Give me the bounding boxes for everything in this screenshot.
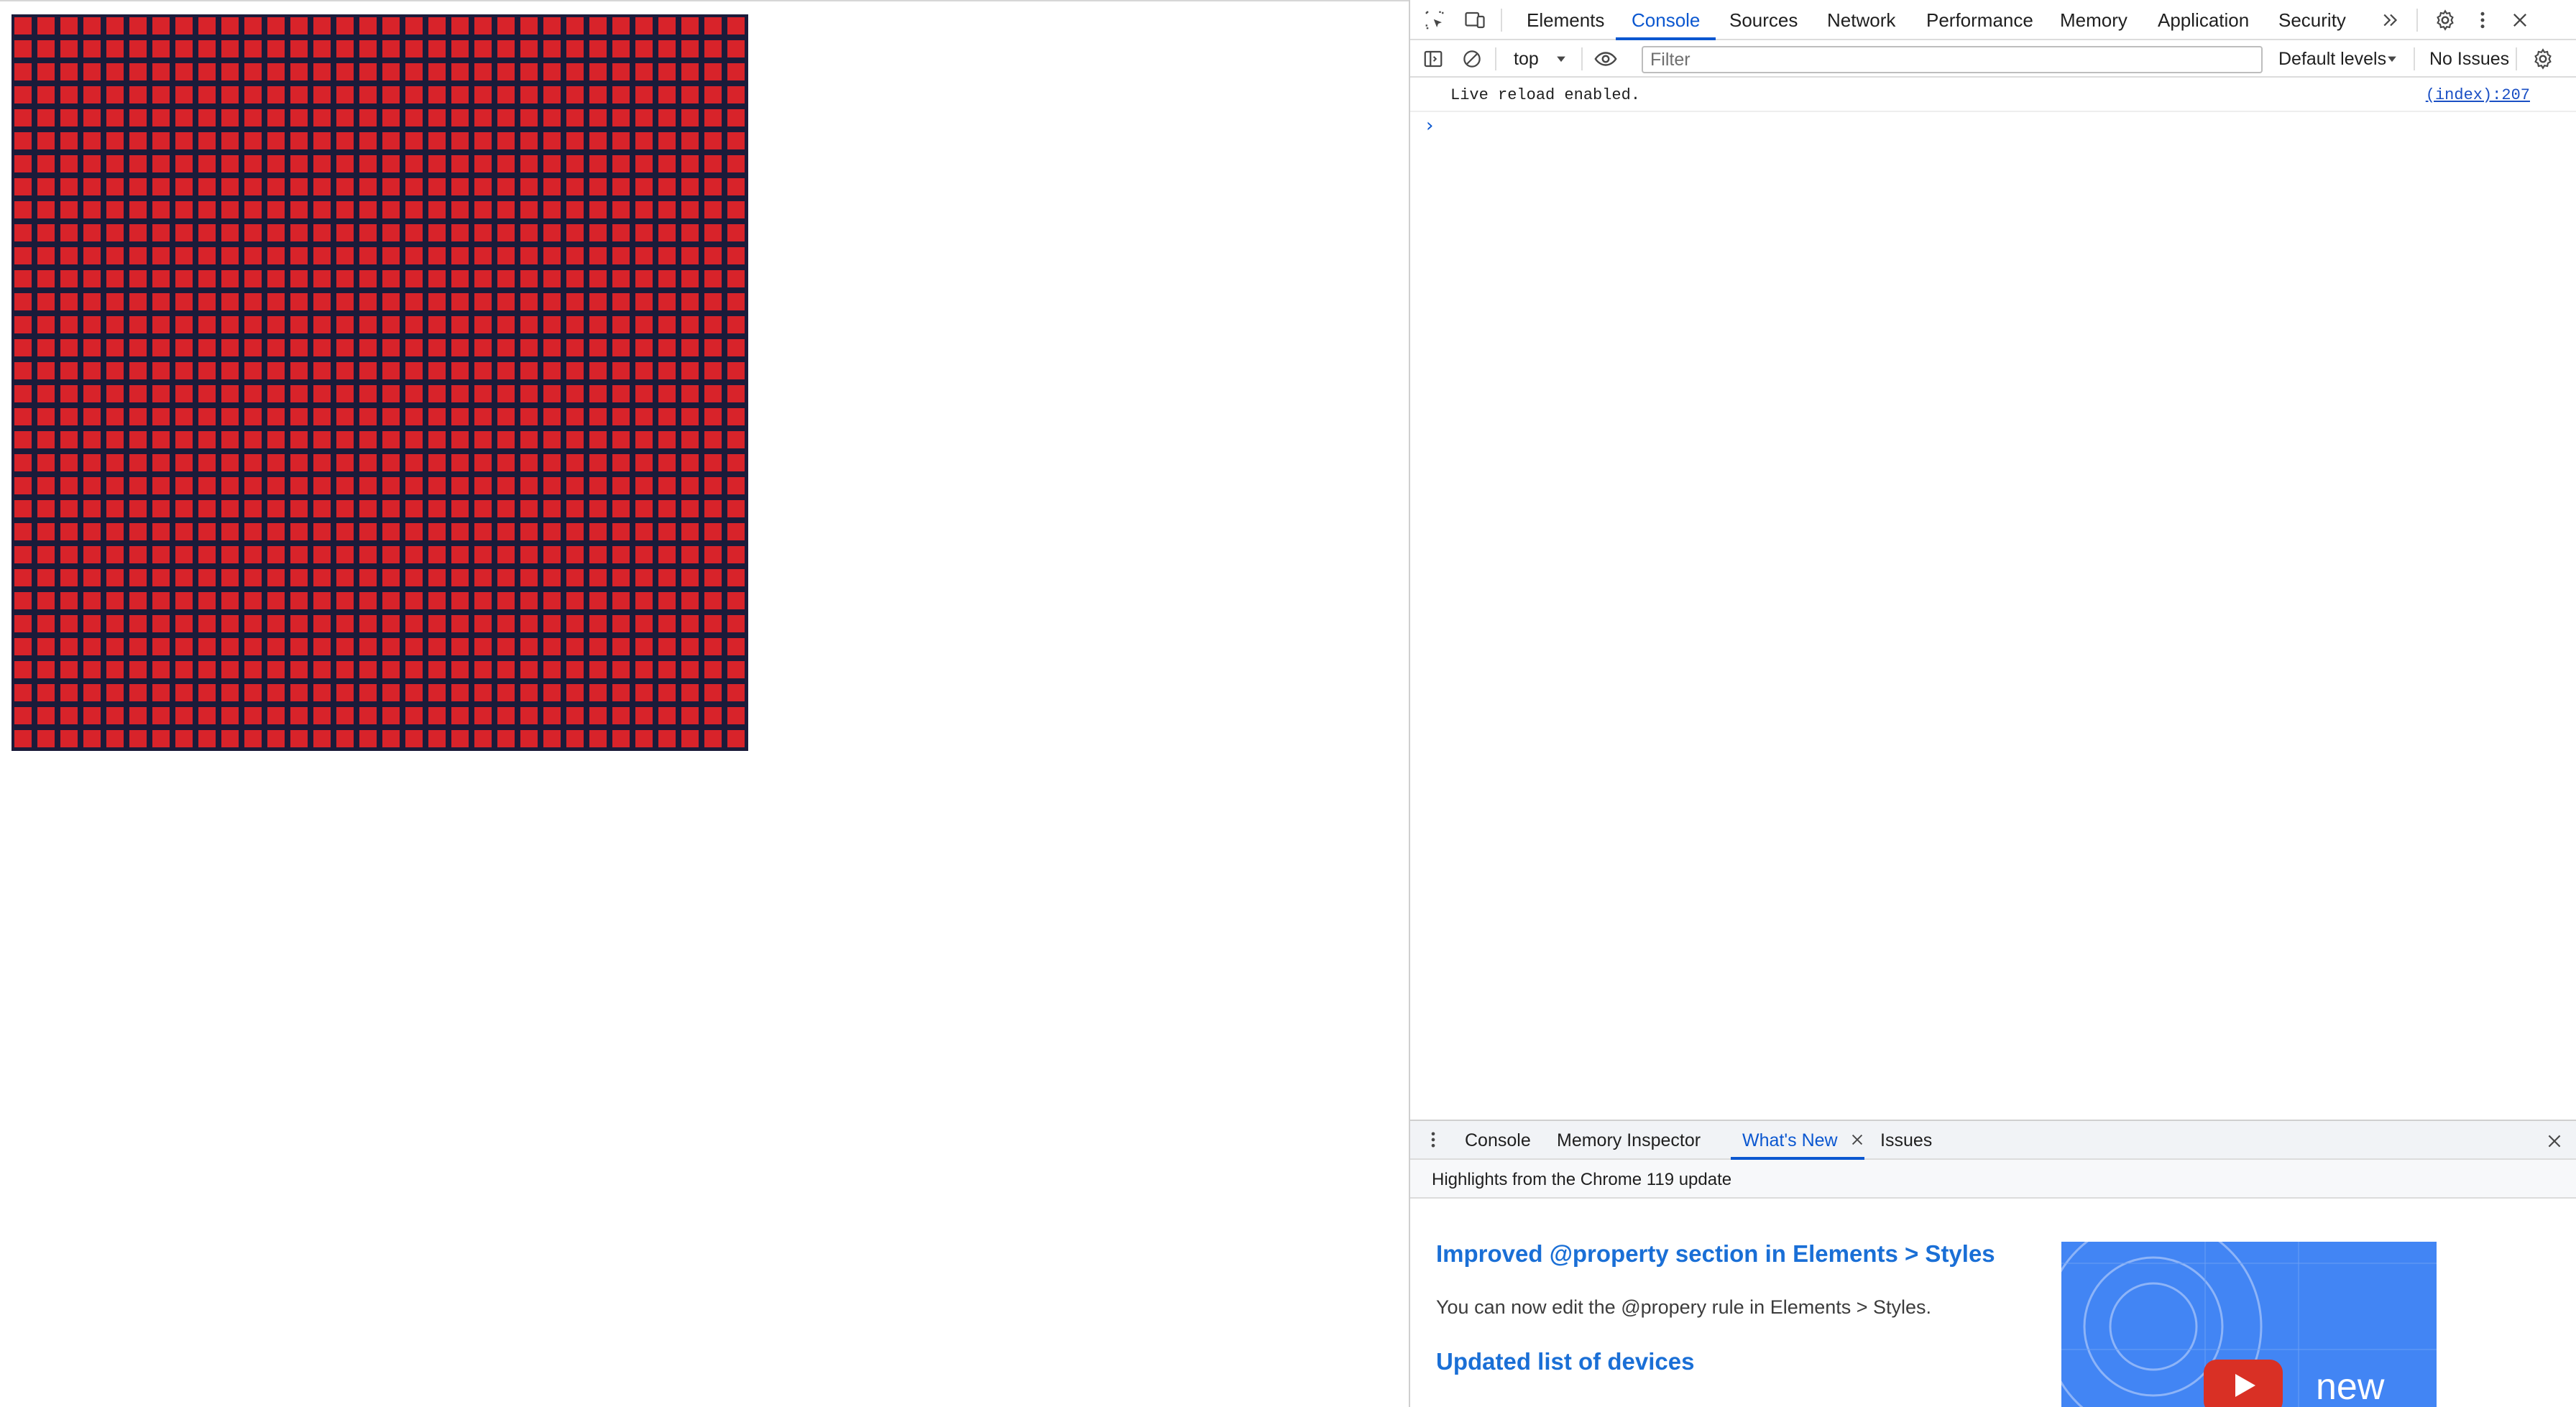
- whats-new-body-property-section: You can now edit the @propery rule in El…: [1436, 1296, 1932, 1318]
- console-output: Live reload enabled. (index):207 ›: [1410, 78, 2576, 1120]
- tab-sources[interactable]: Sources: [1729, 0, 1798, 40]
- console-toolbar: top Default levels No Issues: [1410, 40, 2576, 78]
- issues-counter[interactable]: No Issues: [2429, 40, 2509, 78]
- toolbar-divider: [1501, 9, 1502, 32]
- page-viewport: [0, 0, 1409, 1407]
- inspect-element-icon[interactable]: [1420, 6, 1449, 34]
- context-dropdown-icon[interactable]: [1547, 45, 1576, 73]
- drawer-tab-memory-inspector[interactable]: Memory Inspector: [1557, 1121, 1701, 1160]
- close-whats-new-tab-icon[interactable]: [1844, 1127, 1870, 1153]
- devtools-main-tabbar: Elements Console Sources Network Perform…: [1410, 0, 2576, 40]
- close-devtools-icon[interactable]: [2506, 6, 2534, 34]
- console-message-text: Live reload enabled.: [1450, 86, 1641, 104]
- tab-elements[interactable]: Elements: [1527, 0, 1604, 40]
- console-message-source-link[interactable]: (index):207: [2426, 86, 2530, 104]
- console-message-row: Live reload enabled. (index):207: [1410, 78, 2576, 112]
- sidebar-toggle-icon[interactable]: [1419, 45, 1448, 73]
- tab-console[interactable]: Console: [1615, 0, 1716, 40]
- whats-new-video-thumbnail[interactable]: new: [2061, 1242, 2437, 1407]
- toolbar-divider: [1495, 47, 1496, 70]
- whats-new-heading-property-section[interactable]: Improved @property section in Elements >…: [1436, 1240, 1995, 1268]
- console-settings-gear-icon[interactable]: [2529, 45, 2557, 73]
- close-drawer-icon[interactable]: [2540, 1127, 2569, 1155]
- console-filter-input[interactable]: [1642, 46, 2263, 73]
- context-selector[interactable]: top: [1514, 40, 1539, 78]
- drawer-tab-console[interactable]: Console: [1465, 1121, 1531, 1160]
- device-toolbar-icon[interactable]: [1460, 6, 1489, 34]
- youtube-play-icon[interactable]: [2204, 1360, 2283, 1407]
- tab-memory[interactable]: Memory: [2060, 0, 2128, 40]
- toolbar-divider: [2416, 9, 2418, 32]
- highlights-header: Highlights from the Chrome 119 update: [1410, 1160, 2576, 1199]
- log-levels-dropdown[interactable]: Default levels: [2278, 40, 2386, 78]
- more-tabs-chevron-icon[interactable]: [2376, 6, 2405, 34]
- levels-dropdown-icon[interactable]: [2378, 45, 2406, 73]
- drawer-tabbar: Console Memory Inspector What's New Issu…: [1410, 1120, 2576, 1160]
- clear-console-icon[interactable]: [1458, 45, 1486, 73]
- tab-security[interactable]: Security: [2278, 0, 2346, 40]
- highlights-title: Highlights from the Chrome 119 update: [1432, 1170, 1732, 1189]
- toolbar-divider: [1581, 47, 1583, 70]
- devtools-panel: Elements Console Sources Network Perform…: [1409, 0, 2576, 1407]
- drawer-menu-icon[interactable]: [1419, 1125, 1448, 1154]
- more-options-icon[interactable]: [2468, 6, 2497, 34]
- tab-network[interactable]: Network: [1827, 0, 1895, 40]
- toolbar-divider: [2516, 47, 2517, 70]
- drawer-tab-whats-new[interactable]: What's New: [1742, 1121, 1838, 1160]
- settings-gear-icon[interactable]: [2431, 6, 2460, 34]
- red-square-grid: [12, 14, 748, 751]
- drawer-tab-issues[interactable]: Issues: [1880, 1121, 1932, 1160]
- tab-application[interactable]: Application: [2158, 0, 2249, 40]
- toolbar-divider: [2414, 47, 2415, 70]
- whats-new-heading-device-list[interactable]: Updated list of devices: [1436, 1348, 1694, 1375]
- tab-performance[interactable]: Performance: [1926, 0, 2033, 40]
- live-expression-eye-icon[interactable]: [1591, 45, 1620, 73]
- video-new-label: new: [2316, 1366, 2385, 1407]
- whats-new-content: Improved @property section in Elements >…: [1410, 1199, 2576, 1407]
- console-prompt-chevron-icon[interactable]: ›: [1426, 115, 1433, 137]
